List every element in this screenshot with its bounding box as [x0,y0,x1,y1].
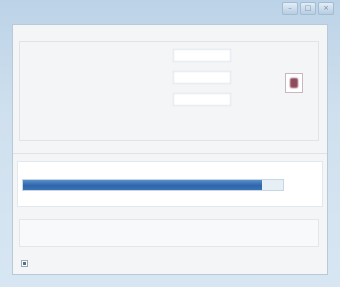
stop-icon[interactable] [285,73,303,93]
window-title [26,5,146,14]
window-controls: – □ × [282,2,334,15]
minimize-button[interactable]: – [282,2,298,15]
client-area [12,24,328,275]
settings-row-2 [33,71,313,85]
close-button[interactable]: × [318,2,334,15]
title-bar: – □ × [0,0,340,24]
option-row [21,258,32,268]
progress-bar [22,179,284,191]
option-checkbox[interactable] [21,259,28,267]
log-area [19,219,319,247]
progress-fill [23,180,263,190]
row-value-field[interactable] [173,93,231,106]
row-value-field[interactable] [173,49,231,62]
divider [13,153,327,154]
settings-row-1 [33,49,313,63]
maximize-button[interactable]: □ [300,2,316,15]
row-value-field[interactable] [173,71,231,84]
app-window: – □ × [0,0,340,287]
status-panel [17,161,323,207]
settings-row-3 [33,93,313,107]
